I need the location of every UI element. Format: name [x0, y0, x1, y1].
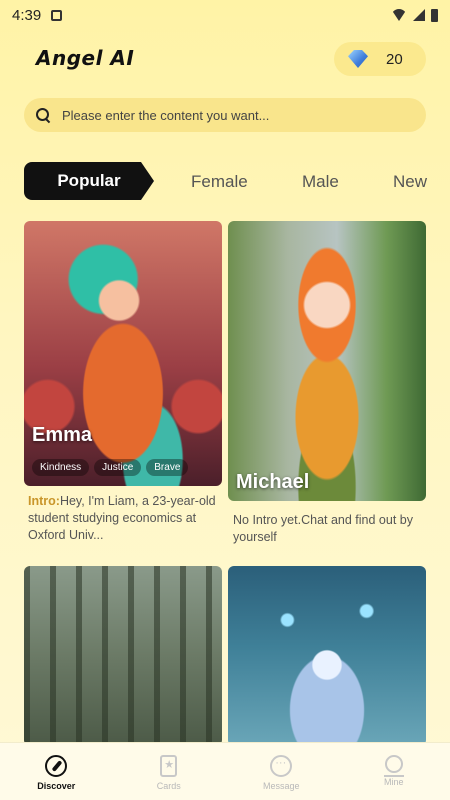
- tag: Justice: [94, 459, 142, 476]
- character-card[interactable]: [24, 566, 222, 746]
- tab-female[interactable]: Female: [191, 172, 248, 192]
- nav-label: Mine: [383, 777, 404, 787]
- character-intro: No Intro yet.Chat and find out by yourse…: [233, 513, 413, 544]
- tab-popular[interactable]: Popular: [24, 162, 154, 200]
- character-intro: Intro:Hey, I'm Liam, a 23-year-old stude…: [28, 493, 218, 544]
- app-header: Angel AI 20: [0, 40, 450, 80]
- character-card-michael[interactable]: Michael: [228, 221, 426, 501]
- compass-icon: [45, 755, 68, 777]
- character-card-emma[interactable]: Emma Kindness Justice Brave: [24, 221, 222, 486]
- category-tabs: Popular Female Male New: [0, 160, 450, 202]
- gem-count: 20: [386, 50, 403, 68]
- tab-male[interactable]: Male: [302, 172, 339, 192]
- search-placeholder: Please enter the content you want...: [62, 107, 270, 123]
- character-tags: Kindness Justice Brave: [32, 459, 189, 476]
- sim-icon: [51, 9, 63, 21]
- status-icons: [391, 8, 438, 22]
- nav-discover[interactable]: Discover: [0, 743, 113, 800]
- status-time: 4:39: [12, 6, 42, 24]
- bottom-nav: Discover Cards Message Mine: [0, 742, 450, 800]
- nav-label: Message: [262, 781, 300, 791]
- nav-message[interactable]: Message: [225, 743, 338, 800]
- profile-icon: [383, 755, 404, 777]
- character-name: Michael: [236, 471, 310, 493]
- signal-icon: [413, 9, 425, 21]
- nav-label: Discover: [37, 781, 76, 791]
- status-bar: 4:39: [0, 0, 450, 30]
- nav-mine[interactable]: Mine: [338, 743, 450, 800]
- message-icon: [270, 755, 293, 777]
- battery-icon: [431, 8, 438, 22]
- wifi-icon: [391, 9, 407, 21]
- cards-icon: [160, 755, 178, 777]
- search-input[interactable]: Please enter the content you want...: [24, 98, 426, 132]
- gem-balance-button[interactable]: 20: [334, 42, 426, 76]
- tag: Kindness: [32, 459, 90, 476]
- nav-cards[interactable]: Cards: [113, 743, 226, 800]
- intro-label: Intro:: [28, 494, 60, 508]
- tag: Brave: [146, 459, 189, 476]
- gem-icon: [348, 50, 368, 68]
- character-name: Emma: [32, 424, 93, 446]
- app-title: Angel AI: [36, 46, 135, 70]
- character-card[interactable]: [228, 566, 426, 746]
- tab-new[interactable]: New: [393, 172, 427, 192]
- search-icon: [36, 108, 50, 122]
- nav-label: Cards: [156, 781, 181, 791]
